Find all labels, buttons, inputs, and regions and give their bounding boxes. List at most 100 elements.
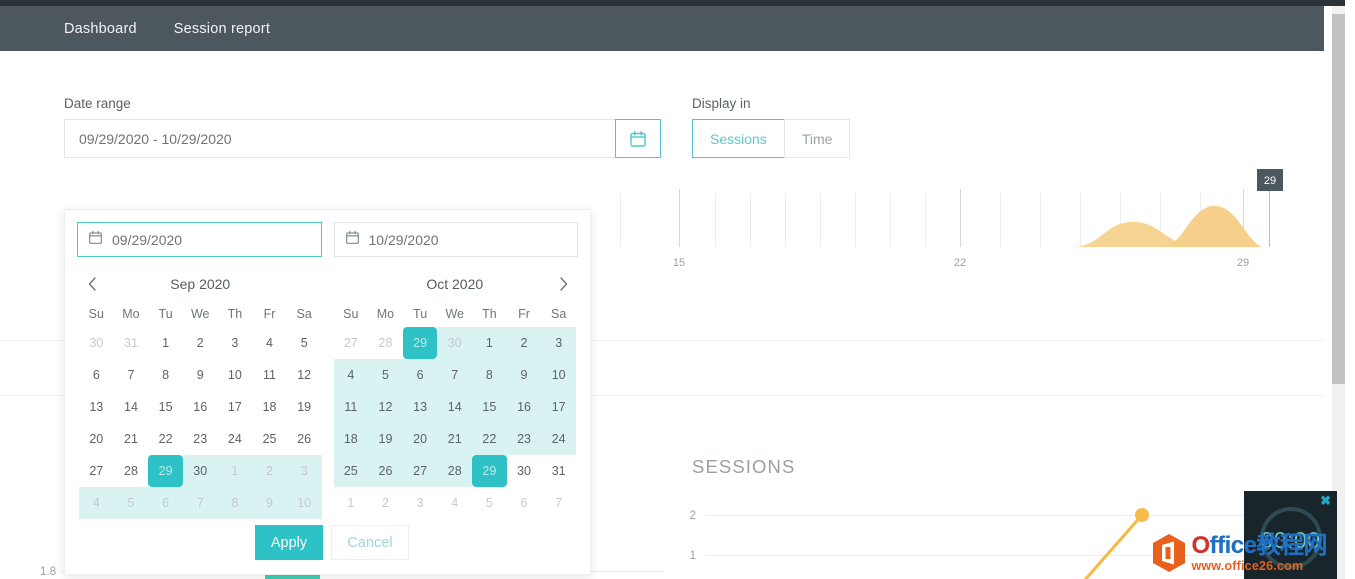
calendar-day-cell[interactable]: 25 [252, 423, 287, 455]
calendar-day-cell[interactable]: 24 [218, 423, 253, 455]
chevron-right-icon[interactable] [552, 273, 574, 295]
calendar-day-cell[interactable]: 31 [114, 327, 149, 359]
calendar-day-cell[interactable]: 21 [114, 423, 149, 455]
calendar-day-cell[interactable]: 7 [541, 487, 576, 519]
calendar-day-cell[interactable]: 13 [79, 391, 114, 423]
calendar-day-cell[interactable]: 29 [402, 327, 438, 359]
calendar-day-cell[interactable]: 20 [402, 423, 438, 455]
calendar-day-cell[interactable]: 16 [506, 391, 542, 423]
calendar-day-cell[interactable]: 28 [114, 455, 149, 487]
vertical-scrollbar-thumb[interactable] [1332, 14, 1345, 384]
calendar-day-cell[interactable]: 8 [217, 487, 253, 519]
calendar-day-cell[interactable]: 10 [541, 359, 576, 391]
calendar-day-cell[interactable]: 5 [287, 327, 322, 359]
calendar-day-cell[interactable]: 26 [287, 423, 322, 455]
calendar-day-cell[interactable]: 9 [252, 487, 287, 519]
calendar-day-cell[interactable]: 3 [218, 327, 253, 359]
calendar-day-cell[interactable]: 4 [437, 487, 472, 519]
calendar-day-cell[interactable]: 8 [148, 359, 183, 391]
calendar-day-cell[interactable]: 15 [148, 391, 183, 423]
calendar-day-cell[interactable]: 5 [368, 359, 403, 391]
calendar-day-label: 1 [231, 464, 239, 478]
calendar-day-cell[interactable]: 25 [333, 455, 369, 487]
calendar-day-cell[interactable]: 31 [541, 455, 576, 487]
calendar-day-cell[interactable]: 22 [472, 423, 507, 455]
calendar-day-cell[interactable]: 23 [183, 423, 218, 455]
calendar-day-cell[interactable]: 18 [252, 391, 287, 423]
calendar-day-cell[interactable]: 7 [182, 487, 218, 519]
calendar-day-cell[interactable]: 4 [333, 359, 369, 391]
calendar-day-cell[interactable]: 4 [79, 487, 114, 519]
calendar-day-cell[interactable]: 27 [334, 327, 369, 359]
display-in-option-sessions[interactable]: Sessions [692, 119, 785, 158]
apply-button[interactable]: Apply [255, 525, 323, 560]
calendar-day-cell[interactable]: 6 [402, 359, 438, 391]
calendar-day-cell[interactable]: 14 [437, 391, 473, 423]
calendar-day-cell[interactable]: 19 [368, 423, 403, 455]
picker-start-date-field[interactable]: 09/29/2020 [77, 222, 322, 257]
calendar-day-cell[interactable]: 5 [113, 487, 149, 519]
calendar-day-cell[interactable]: 1 [148, 327, 183, 359]
calendar-day-cell[interactable]: 21 [437, 423, 473, 455]
calendar-day-cell[interactable]: 22 [148, 423, 183, 455]
calendar-day-cell[interactable]: 30 [79, 327, 114, 359]
calendar-day-cell[interactable]: 3 [286, 455, 322, 487]
calendar-day-cell[interactable]: 12 [368, 391, 403, 423]
calendar-day-cell[interactable]: 17 [541, 391, 576, 423]
calendar-day-cell[interactable]: 20 [79, 423, 114, 455]
calendar-day-cell[interactable]: 1 [472, 327, 507, 359]
calendar-day-cell[interactable]: 23 [506, 423, 542, 455]
cancel-button[interactable]: Cancel [331, 525, 409, 560]
calendar-day-cell[interactable]: 6 [79, 359, 114, 391]
nav-item-session-report[interactable]: Session report [174, 21, 270, 37]
calendar-day-cell[interactable]: 7 [437, 359, 473, 391]
sessions-panel-title: SESSIONS [692, 456, 796, 477]
calendar-day-cell[interactable]: 9 [183, 359, 218, 391]
calendar-day-cell[interactable]: 11 [252, 359, 287, 391]
display-in-option-time[interactable]: Time [783, 119, 851, 158]
calendar-day-cell[interactable]: 24 [541, 423, 576, 455]
calendar-day-cell[interactable]: 13 [402, 391, 438, 423]
calendar-day-cell[interactable]: 17 [218, 391, 253, 423]
calendar-day-cell[interactable]: 2 [183, 327, 218, 359]
calendar-day-cell[interactable]: 12 [287, 359, 322, 391]
calendar-day-cell[interactable]: 27 [79, 455, 114, 487]
calendar-day-cell[interactable]: 10 [286, 487, 322, 519]
calendar-day-cell[interactable]: 27 [402, 455, 438, 487]
calendar-day-cell[interactable]: 29 [148, 455, 183, 487]
calendar-day-cell[interactable]: 6 [148, 487, 183, 519]
calendar-day-cell[interactable]: 16 [183, 391, 218, 423]
calendar-day-cell[interactable]: 30 [182, 455, 218, 487]
calendar-day-cell[interactable]: 11 [333, 391, 369, 423]
calendar-day-cell[interactable]: 10 [218, 359, 253, 391]
calendar-day-cell[interactable]: 2 [368, 487, 403, 519]
calendar-day-cell[interactable]: 28 [437, 455, 473, 487]
calendar-day-cell[interactable]: 2 [506, 327, 542, 359]
calendar-day-cell[interactable]: 5 [472, 487, 507, 519]
calendar-day-cell[interactable]: 4 [252, 327, 287, 359]
calendar-day-cell[interactable]: 18 [333, 423, 369, 455]
nav-item-dashboard[interactable]: Dashboard [64, 21, 137, 37]
calendar-day-cell[interactable]: 29 [472, 455, 507, 487]
calendar-day-cell[interactable]: 30 [507, 455, 542, 487]
calendar-day-cell[interactable]: 3 [403, 487, 438, 519]
picker-end-date-field[interactable]: 10/29/2020 [333, 222, 578, 257]
calendar-day-cell[interactable]: 30 [437, 327, 473, 359]
calendar-day-cell[interactable]: 9 [506, 359, 542, 391]
calendar-toggle-button[interactable] [615, 119, 661, 158]
calendar-day-cell[interactable]: 19 [287, 391, 322, 423]
calendar-day-cell[interactable]: 7 [114, 359, 149, 391]
calendar-day-cell[interactable]: 6 [507, 487, 542, 519]
calendar-day-cell[interactable]: 2 [252, 455, 287, 487]
chevron-left-icon[interactable] [81, 273, 103, 295]
date-range-input[interactable] [64, 119, 615, 158]
close-icon[interactable]: ✖ [1320, 494, 1331, 507]
calendar-day-cell[interactable]: 1 [334, 487, 369, 519]
calendar-day-cell[interactable]: 15 [472, 391, 507, 423]
calendar-day-cell[interactable]: 26 [368, 455, 403, 487]
calendar-day-cell[interactable]: 14 [114, 391, 149, 423]
calendar-day-cell[interactable]: 8 [472, 359, 507, 391]
calendar-day-cell[interactable]: 28 [368, 327, 403, 359]
calendar-day-cell[interactable]: 3 [541, 327, 576, 359]
calendar-day-cell[interactable]: 1 [217, 455, 253, 487]
